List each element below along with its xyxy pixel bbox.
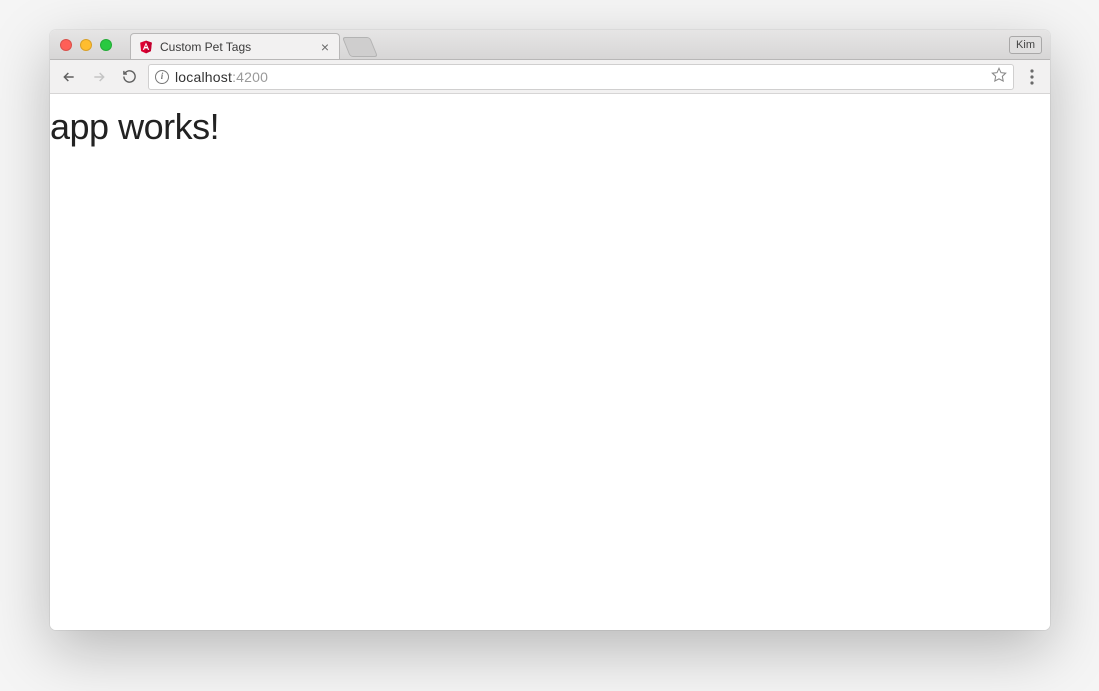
reload-button[interactable]	[118, 66, 140, 88]
close-window-icon[interactable]	[60, 39, 72, 51]
angular-favicon-icon	[139, 40, 153, 54]
titlebar: Custom Pet Tags × Kim	[50, 30, 1050, 60]
browser-window: Custom Pet Tags × Kim i localhost:4200	[50, 30, 1050, 630]
url-text: localhost:4200	[175, 69, 985, 85]
profile-name: Kim	[1016, 39, 1035, 51]
new-tab-button[interactable]	[342, 37, 378, 57]
page-heading: app works!	[50, 106, 1050, 148]
tabstrip: Custom Pet Tags ×	[130, 30, 374, 59]
address-bar[interactable]: i localhost:4200	[148, 64, 1014, 90]
url-host: localhost	[175, 69, 232, 85]
browser-menu-button[interactable]	[1022, 64, 1042, 90]
tab-title: Custom Pet Tags	[160, 40, 251, 54]
page-viewport: app works!	[50, 94, 1050, 630]
window-controls	[60, 39, 112, 51]
back-button[interactable]	[58, 66, 80, 88]
toolbar: i localhost:4200	[50, 60, 1050, 94]
url-port: :4200	[232, 69, 268, 85]
maximize-window-icon[interactable]	[100, 39, 112, 51]
profile-badge[interactable]: Kim	[1009, 36, 1042, 54]
forward-button[interactable]	[88, 66, 110, 88]
bookmark-star-icon[interactable]	[991, 67, 1007, 86]
site-info-icon[interactable]: i	[155, 70, 169, 84]
minimize-window-icon[interactable]	[80, 39, 92, 51]
close-tab-icon[interactable]: ×	[319, 40, 331, 54]
tab-active[interactable]: Custom Pet Tags ×	[130, 33, 340, 59]
